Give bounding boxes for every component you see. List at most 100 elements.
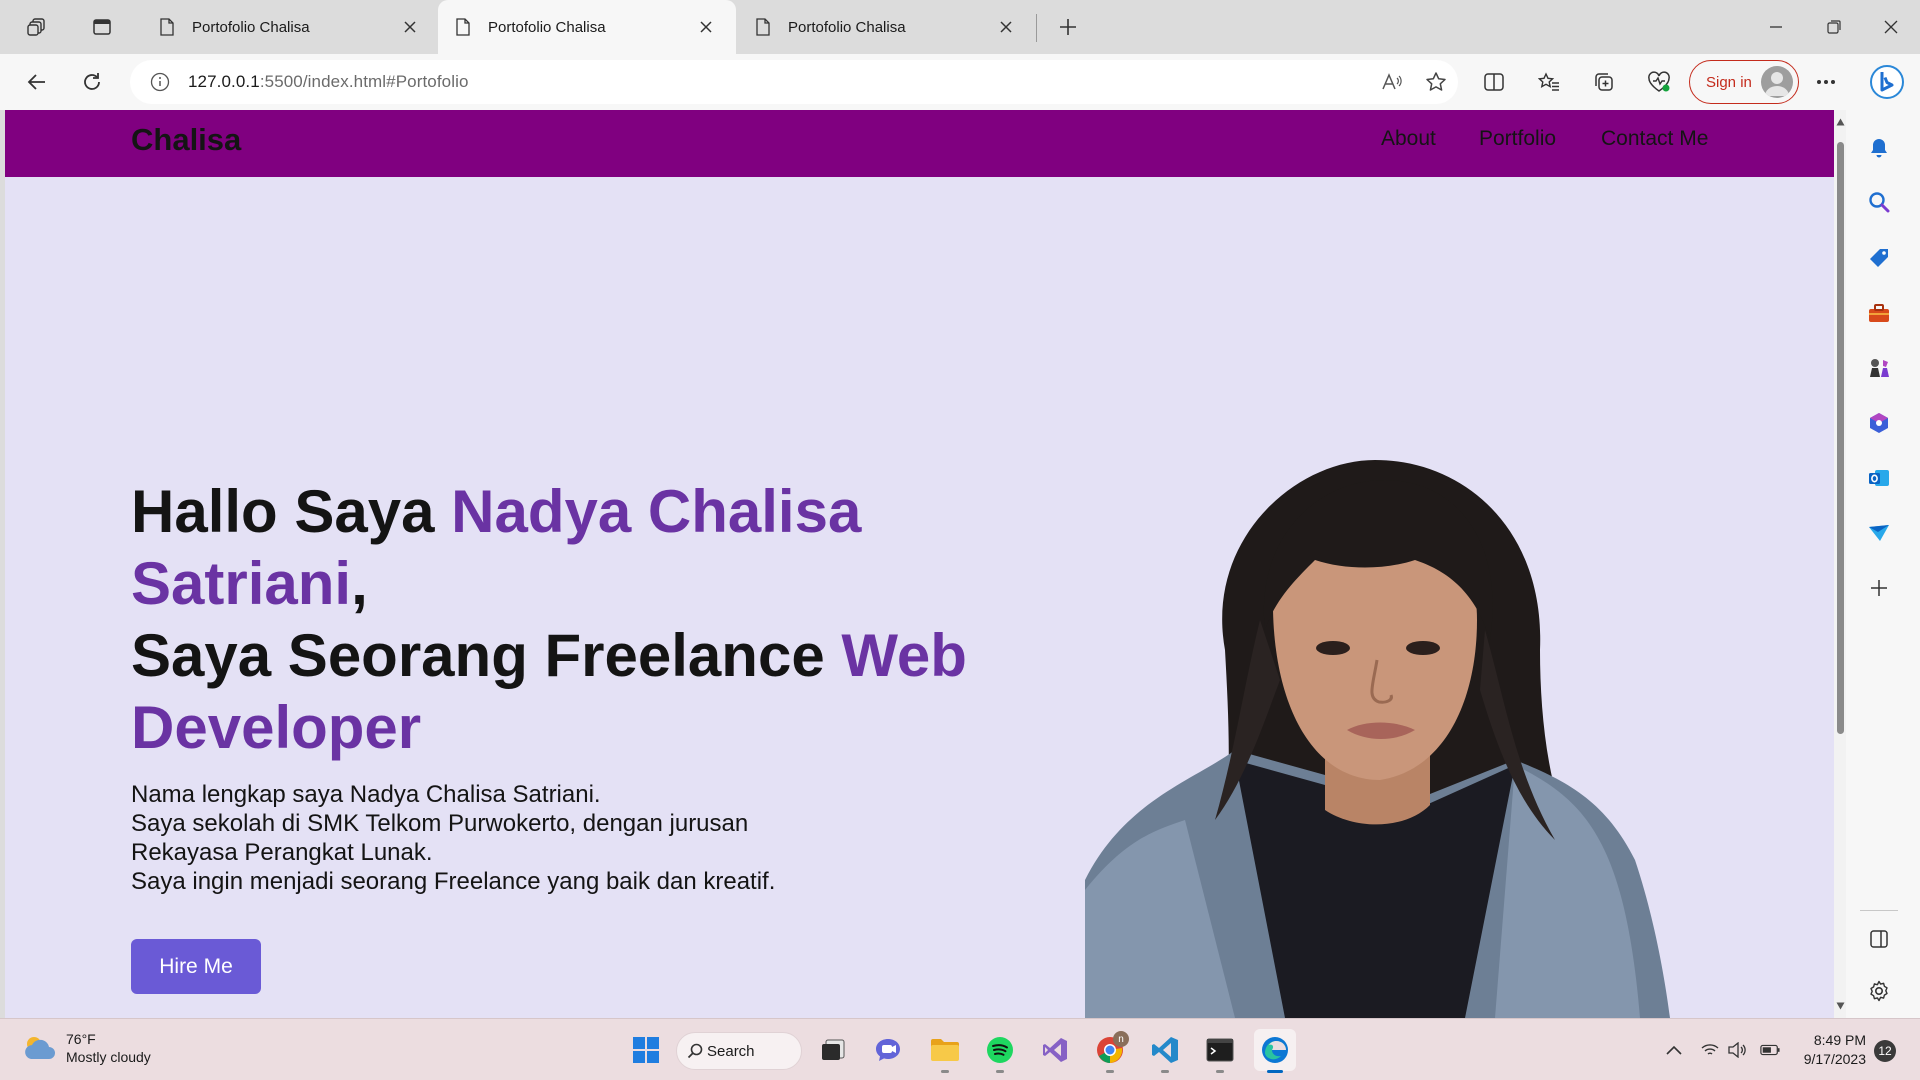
sidebar-divider	[1860, 910, 1898, 911]
minimize-icon[interactable]	[1747, 0, 1805, 54]
add-icon[interactable]	[1864, 573, 1894, 603]
favorites-icon[interactable]	[1531, 64, 1567, 100]
close-icon[interactable]	[994, 15, 1018, 39]
settings-gear-icon[interactable]	[1864, 976, 1894, 1006]
outlook-icon[interactable]	[1864, 463, 1894, 493]
page-icon	[160, 18, 174, 36]
games-icon[interactable]	[1864, 353, 1894, 383]
windows-logo-icon	[633, 1037, 659, 1063]
profile-badge: n	[1113, 1031, 1129, 1047]
microsoft-365-icon[interactable]	[1864, 408, 1894, 438]
read-aloud-icon[interactable]	[1376, 66, 1408, 98]
profile-photo	[1085, 460, 1670, 1018]
split-screen-icon[interactable]	[1476, 64, 1512, 100]
shopping-tag-icon[interactable]	[1864, 243, 1894, 273]
drop-icon[interactable]	[1864, 518, 1894, 548]
tools-icon[interactable]	[1864, 298, 1894, 328]
chat-icon	[876, 1039, 900, 1061]
scrollbar-thumb[interactable]	[1837, 142, 1844, 734]
collections-icon[interactable]	[1586, 64, 1622, 100]
notification-count-badge[interactable]: 12	[1874, 1040, 1896, 1062]
browser-essentials-icon[interactable]	[1641, 64, 1677, 100]
page-icon	[456, 18, 470, 36]
close-window-icon[interactable]	[1862, 0, 1920, 54]
terminal-icon	[1206, 1038, 1234, 1062]
workspaces-icon[interactable]	[19, 10, 55, 44]
running-indicator	[1161, 1070, 1169, 1073]
sign-in-button[interactable]: Sign in	[1689, 60, 1799, 104]
favorite-star-icon[interactable]	[1420, 66, 1452, 98]
clock-date: 9/17/2023	[1803, 1051, 1866, 1067]
battery-icon[interactable]	[1760, 1040, 1780, 1060]
sign-in-label: Sign in	[1706, 73, 1752, 91]
task-view-icon	[822, 1039, 845, 1060]
tab-title: Portofolio Chalisa	[488, 18, 606, 36]
folder-icon	[931, 1039, 959, 1061]
start-button[interactable]	[625, 1029, 667, 1071]
info-icon[interactable]	[150, 72, 170, 92]
visual-studio-button[interactable]	[1034, 1029, 1076, 1071]
page-viewport: Chalisa About Portfolio Contact Me Hallo…	[5, 110, 1838, 1018]
hero-text-2: Saya Seorang Freelance	[131, 622, 842, 689]
wifi-icon[interactable]	[1700, 1040, 1720, 1060]
hero-heading: Hallo Saya Nadya Chalisa Satriani, Saya S…	[131, 476, 1031, 764]
edge-button[interactable]	[1254, 1029, 1296, 1073]
hero-description: Nama lengkap saya Nadya Chalisa Satriani…	[131, 780, 951, 896]
scroll-down-arrow-icon[interactable]	[1836, 1002, 1845, 1010]
running-indicator	[1216, 1070, 1224, 1073]
tab-3[interactable]: Portofolio Chalisa	[738, 0, 1036, 54]
vscode-button[interactable]	[1144, 1029, 1186, 1073]
refresh-icon[interactable]	[74, 64, 110, 100]
system-clock[interactable]: 8:49 PM 9/17/2023	[1794, 1031, 1866, 1069]
windows-taskbar: 76°F Mostly cloudy Search n 8:49 PM 9/17…	[0, 1018, 1920, 1080]
desc-line: Rekayasa Perangkat Lunak.	[131, 839, 433, 866]
weather-condition: Mostly cloudy	[66, 1049, 151, 1065]
teams-chat-button[interactable]	[867, 1029, 909, 1071]
hide-sidebar-icon[interactable]	[1864, 924, 1894, 954]
tab-1[interactable]: Portofolio Chalisa	[142, 0, 440, 54]
clock-time: 8:49 PM	[1813, 1032, 1866, 1048]
weather-widget[interactable]: 76°F Mostly cloudy	[22, 1030, 151, 1066]
nav-link-about[interactable]: About	[1381, 127, 1436, 151]
tab-actions-icon[interactable]	[84, 10, 120, 44]
nav-link-contact[interactable]: Contact Me	[1601, 127, 1708, 151]
file-explorer-button[interactable]	[924, 1029, 966, 1073]
tab-title: Portofolio Chalisa	[788, 18, 906, 36]
show-hidden-icons-chevron-up-icon[interactable]	[1664, 1040, 1684, 1060]
task-view-button[interactable]	[812, 1029, 854, 1071]
desc-line: Saya sekolah di SMK Telkom Purwokerto, d…	[131, 810, 749, 837]
more-options-icon[interactable]	[1808, 64, 1844, 100]
cloudy-weather-icon	[25, 1037, 55, 1059]
site-brand[interactable]: Chalisa	[131, 122, 241, 158]
hire-me-button[interactable]: Hire Me	[131, 939, 261, 994]
avatar	[1761, 66, 1793, 98]
bing-copilot-icon[interactable]	[1866, 61, 1908, 103]
nav-link-portfolio[interactable]: Portfolio	[1479, 127, 1556, 151]
site-navbar: Chalisa About Portfolio Contact Me	[5, 110, 1838, 177]
chrome-button[interactable]: n	[1089, 1029, 1131, 1073]
back-icon[interactable]	[19, 64, 55, 100]
search-icon	[687, 1043, 703, 1059]
restore-icon[interactable]	[1805, 0, 1863, 54]
tab-2[interactable]: Portofolio Chalisa	[438, 0, 736, 54]
spotify-button[interactable]	[979, 1029, 1021, 1073]
close-icon[interactable]	[694, 15, 718, 39]
running-indicator	[941, 1070, 949, 1073]
taskbar-search[interactable]: Search	[676, 1032, 802, 1070]
running-indicator	[996, 1070, 1004, 1073]
close-icon[interactable]	[398, 15, 422, 39]
volume-icon[interactable]	[1727, 1040, 1747, 1060]
new-tab-icon[interactable]	[1050, 10, 1086, 44]
address-bar[interactable]: 127.0.0.1:5500/index.html#Portofolio	[130, 60, 1458, 104]
scroll-up-arrow-icon[interactable]	[1836, 118, 1845, 126]
running-indicator	[1106, 1070, 1114, 1073]
edge-icon	[1262, 1037, 1288, 1063]
vscode-icon	[1152, 1037, 1178, 1063]
bell-icon[interactable]	[1864, 133, 1894, 163]
vertical-scrollbar[interactable]	[1834, 110, 1846, 1018]
terminal-button[interactable]	[1199, 1029, 1241, 1073]
search-icon[interactable]	[1864, 187, 1894, 217]
tab-title: Portofolio Chalisa	[192, 18, 310, 36]
browser-toolbar: 127.0.0.1:5500/index.html#Portofolio Sig…	[0, 54, 1920, 110]
search-label: Search	[707, 1042, 755, 1060]
